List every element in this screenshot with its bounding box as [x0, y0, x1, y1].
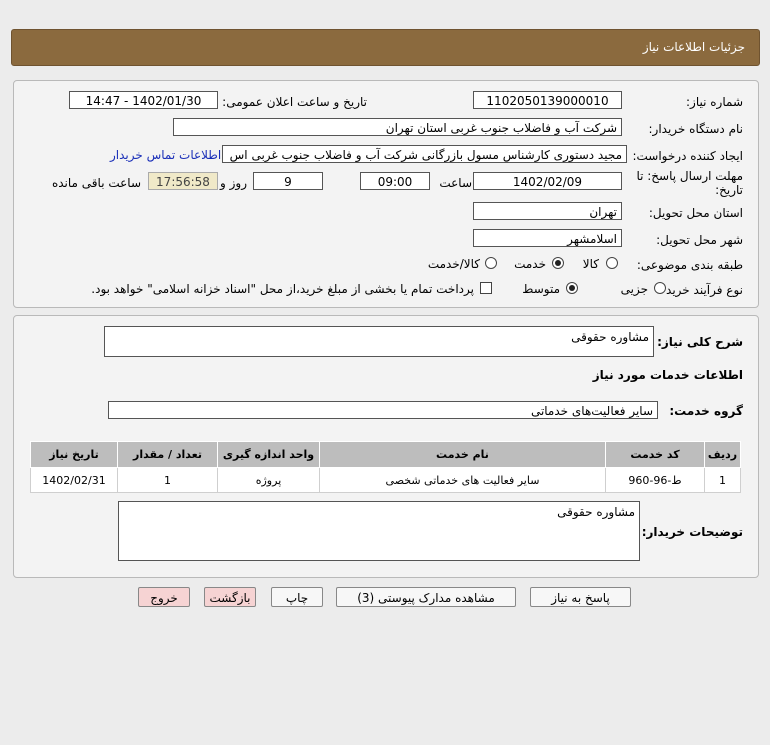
service-group-label: گروه خدمت: [669, 404, 743, 418]
province-label: استان محل تحویل: [648, 206, 743, 220]
print-button[interactable]: چاپ [271, 587, 323, 607]
services-title: اطلاعات خدمات مورد نیاز [592, 368, 743, 382]
announce-label: تاریخ و ساعت اعلان عمومی: [222, 95, 367, 109]
buyer-org-field: شرکت آب و فاضلاب جنوب غربی استان تهران [173, 118, 622, 136]
services-table: ردیف کد خدمت نام خدمت واحد اندازه گیری ت… [30, 441, 741, 493]
col-unit: واحد اندازه گیری [217, 441, 320, 468]
remaining-time-field: 17:56:58 [148, 172, 218, 190]
remaining-label: ساعت باقی مانده [51, 176, 141, 190]
col-name: نام خدمت [319, 441, 606, 468]
city-label: شهر محل تحویل: [656, 233, 743, 247]
process-option-minor: جزیی [620, 282, 648, 296]
col-code: کد خدمت [605, 441, 705, 468]
deadline-time-field: 09:00 [360, 172, 430, 190]
deadline-label: مهلت ارسال پاسخ: تا تاریخ: [636, 169, 743, 197]
col-row: ردیف [704, 441, 741, 468]
table-row: 1 ط-96-960 سایر فعالیت های خدماتی شخصی پ… [30, 467, 741, 493]
process-radio-minor[interactable] [654, 282, 666, 294]
buyer-notes-field: مشاوره حقوقی [118, 501, 640, 561]
category-radio-service[interactable] [552, 257, 564, 269]
category-label: طبقه بندی موضوعی: [636, 258, 743, 272]
process-label: نوع فرآیند خرید : [658, 283, 743, 297]
province-field: تهران [473, 202, 622, 220]
payment-note: پرداخت تمام یا بخشی از مبلغ خرید،از محل … [91, 282, 474, 296]
process-option-medium: متوسط [522, 282, 560, 296]
days-label: روز و [220, 176, 247, 190]
col-date: تاریخ نیاز [30, 441, 118, 468]
days-field: 9 [253, 172, 323, 190]
summary-label: شرح کلی نیاز: [657, 335, 743, 349]
category-option-service: خدمت [514, 257, 546, 271]
announce-field: 1402/01/30 - 14:47 [69, 91, 218, 109]
creator-field: مجید دستوری کارشناس مسول بازرگانی شرکت آ… [222, 145, 627, 163]
col-qty: تعداد / مقدار [117, 441, 218, 468]
category-radio-goods-service[interactable] [485, 257, 497, 269]
need-number-field: 1102050139000010 [473, 91, 622, 109]
city-field: اسلامشهر [473, 229, 622, 247]
creator-label: ایجاد کننده درخواست: [632, 149, 743, 163]
service-group-field: سایر فعالیت‌های خدماتی [108, 401, 658, 419]
reply-button[interactable]: پاسخ به نیاز [530, 587, 631, 607]
process-radio-medium[interactable] [566, 282, 578, 294]
buyer-org-label: نام دستگاه خریدار: [648, 122, 744, 136]
need-number-label: شماره نیاز: [686, 95, 743, 109]
category-option-goods: کالا [582, 257, 599, 271]
buyer-contact-link[interactable]: اطلاعات تماس خریدار [110, 148, 221, 162]
exit-button[interactable]: خروج [138, 587, 190, 607]
category-radio-goods[interactable] [606, 257, 618, 269]
page-header: جزئیات اطلاعات نیاز [11, 29, 760, 66]
deadline-date-field: 1402/02/09 [473, 172, 622, 190]
category-option-goods-service: کالا/خدمت [427, 257, 480, 271]
page-title: جزئیات اطلاعات نیاز [642, 40, 745, 54]
back-button[interactable]: بازگشت [204, 587, 256, 607]
payment-checkbox[interactable] [480, 282, 492, 294]
attached-docs-button[interactable]: مشاهده مدارک پیوستی (3) [336, 587, 516, 607]
buyer-notes-label: توضیحات خریدار: [641, 525, 743, 539]
summary-field: مشاوره حقوقی [104, 326, 654, 357]
time-label: ساعت [439, 176, 472, 190]
